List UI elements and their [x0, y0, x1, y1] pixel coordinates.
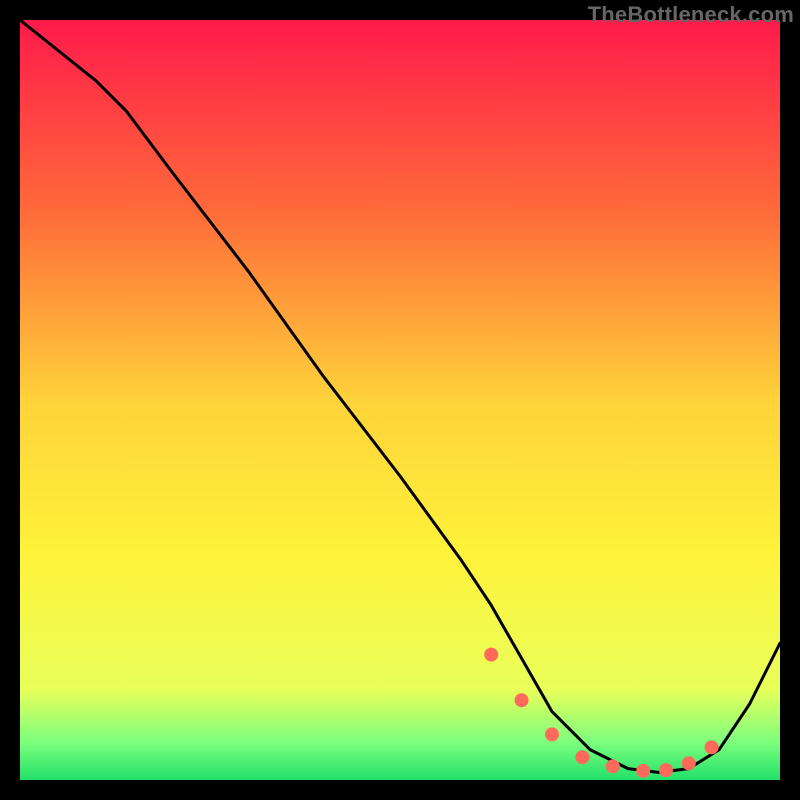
- chart-frame: TheBottleneck.com: [0, 0, 800, 800]
- watermark-text: TheBottleneck.com: [588, 2, 794, 28]
- marker-dot: [575, 750, 589, 764]
- marker-dot: [545, 727, 559, 741]
- marker-dot: [705, 740, 719, 754]
- marker-dot: [606, 759, 620, 773]
- marker-dot: [682, 756, 696, 770]
- marker-dot: [659, 763, 673, 777]
- bottleneck-chart: [20, 20, 780, 780]
- marker-dot: [515, 693, 529, 707]
- marker-dot: [484, 648, 498, 662]
- marker-dot: [636, 764, 650, 778]
- gradient-background: [20, 20, 780, 780]
